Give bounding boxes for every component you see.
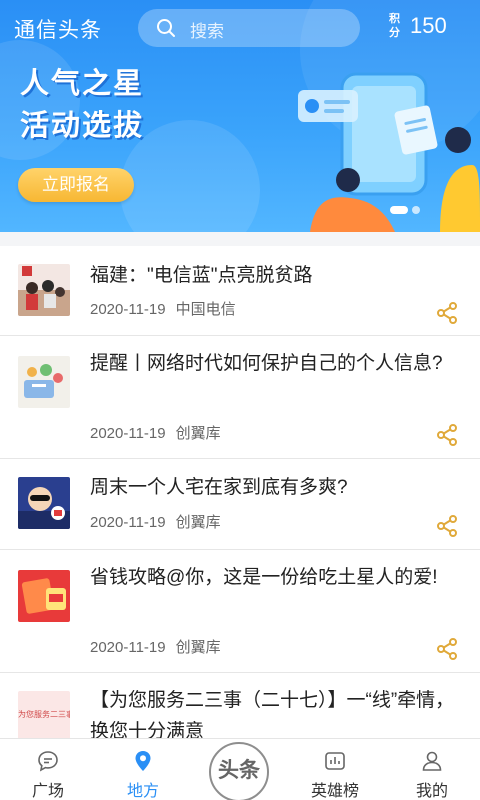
news-meta: 2020-11-19 创翼库 <box>90 422 221 443</box>
news-meta: 2020-11-19 创翼库 <box>90 636 221 657</box>
news-source: 中国电信 <box>175 301 236 318</box>
news-item[interactable]: 福建："电信蓝"点亮脱贫路 2020-11-19 中国电信 <box>0 246 480 336</box>
news-item[interactable]: 周末一个人宅在家到底有多爽? 2020-11-19 创翼库 <box>0 459 480 550</box>
nav-item-leaderboard[interactable]: 英雄榜 <box>295 739 375 800</box>
location-pin-icon <box>135 751 151 771</box>
promo-title-line1: 人气之星 <box>20 68 145 100</box>
news-source: 创翼库 <box>175 639 221 656</box>
banner-divider <box>0 232 480 246</box>
share-icon[interactable] <box>436 302 458 324</box>
news-list: 福建："电信蓝"点亮脱贫路 2020-11-19 中国电信 提醒丨网络时代如何保… <box>0 246 480 743</box>
share-icon[interactable] <box>436 424 458 446</box>
points-value[interactable]: 150 <box>410 13 447 39</box>
news-item[interactable]: 为您服务二三事 【为您服务二三事（二十七）】一“线”牵情，换您十分满意 <box>0 673 480 743</box>
news-thumbnail <box>18 477 70 529</box>
news-meta: 2020-11-19 中国电信 <box>90 298 236 319</box>
search-icon <box>157 19 175 37</box>
news-title: 提醒丨网络时代如何保护自己的个人信息? <box>90 353 443 374</box>
nav-label: 我的 <box>415 783 448 800</box>
share-icon[interactable] <box>436 638 458 660</box>
nav-item-local[interactable]: 地方 <box>103 739 183 800</box>
headline-center-button[interactable]: 头条 <box>209 742 269 800</box>
news-source: 创翼库 <box>175 514 221 531</box>
search-placeholder: 搜索 <box>190 22 224 41</box>
nav-label: 英雄榜 <box>310 783 359 800</box>
news-date: 2020-11-19 <box>90 301 166 318</box>
share-icon[interactable] <box>436 515 458 537</box>
news-title: 周末一个人宅在家到底有多爽? <box>90 477 348 498</box>
thumbnail-text: 为您服务二三事 <box>18 710 70 719</box>
news-date: 2020-11-19 <box>90 514 166 531</box>
leaderboard-icon <box>325 752 345 770</box>
search-bar[interactable]: 搜索 <box>138 9 360 47</box>
news-thumbnail: 为您服务二三事 <box>18 691 70 743</box>
top-banner[interactable]: 通信头条 搜索 积分 150 人气之星 活动选拔 立即报名 <box>0 0 480 232</box>
nav-item-square[interactable]: 广场 <box>8 739 88 800</box>
news-meta: 2020-11-19 创翼库 <box>90 511 221 532</box>
nav-label: 广场 <box>31 783 64 800</box>
news-thumbnail <box>18 264 70 316</box>
news-date: 2020-11-19 <box>90 639 166 656</box>
points-label: 积分 <box>389 13 400 39</box>
app-title: 通信头条 <box>14 19 102 42</box>
news-title: 省钱攻略@你，这是一份给吃土星人的爱! <box>90 567 438 588</box>
nav-label: 地方 <box>126 783 159 800</box>
nav-item-mine[interactable]: 我的 <box>392 739 472 800</box>
signup-button[interactable]: 立即报名 <box>18 168 134 202</box>
news-item[interactable]: 提醒丨网络时代如何保护自己的个人信息? 2020-11-19 创翼库 <box>0 336 480 459</box>
news-date: 2020-11-19 <box>90 425 166 442</box>
chat-bubble-icon <box>38 751 58 772</box>
top-bar: 通信头条 搜索 积分 150 <box>0 0 480 56</box>
news-title: 福建："电信蓝"点亮脱贫路 <box>90 265 313 286</box>
news-thumbnail <box>18 570 70 622</box>
user-icon <box>422 751 442 771</box>
news-source: 创翼库 <box>175 425 221 442</box>
banner-illustration <box>298 72 480 232</box>
news-item[interactable]: 省钱攻略@你，这是一份给吃土星人的爱! 2020-11-19 创翼库 <box>0 550 480 673</box>
promo-title-line2: 活动选拔 <box>20 110 145 142</box>
news-thumbnail <box>18 356 70 408</box>
